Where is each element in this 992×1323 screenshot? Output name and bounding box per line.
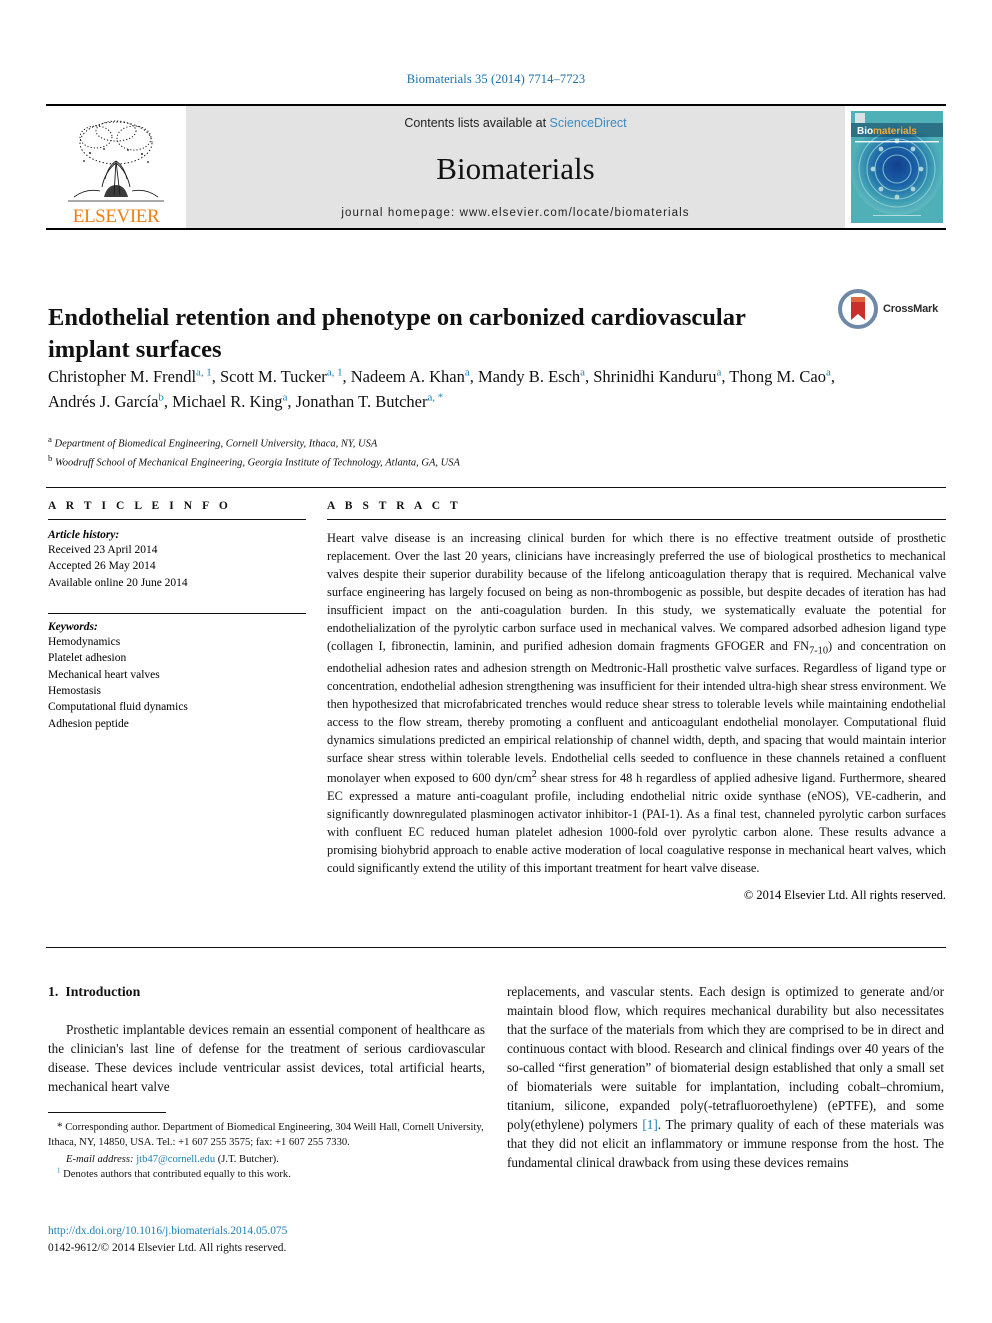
- section-number: 1.: [48, 984, 59, 999]
- article-page: Biomaterials 35 (2014) 7714–7723 ELSEVIE…: [0, 0, 992, 1323]
- author-name: Shrinidhi Kanduru: [593, 367, 717, 386]
- contents-available-line: Contents lists available at ScienceDirec…: [404, 116, 626, 130]
- footnote-corresponding-author: * Corresponding author. Department of Bi…: [48, 1120, 485, 1151]
- keyword-item: Platelet adhesion: [48, 652, 127, 665]
- author-affiliation-marker: b: [158, 391, 164, 404]
- abstract-column: A B S T R A C T Heart valve disease is a…: [327, 500, 946, 903]
- issn-copyright-line: 0142-9612/© 2014 Elsevier Ltd. All right…: [48, 1242, 287, 1254]
- section-heading-introduction: 1. Introduction: [48, 982, 485, 1002]
- intro-paragraph-left: Prosthetic implantable devices remain an…: [48, 1021, 485, 1094]
- author-affiliation-marker: a, 1: [196, 366, 212, 379]
- affiliation-marker: b: [48, 452, 53, 463]
- body-column-right: replacements, and vascular stents. Each …: [507, 982, 944, 1172]
- author-affiliation-marker: a: [282, 391, 288, 404]
- author-name: Christopher M. Frendl: [48, 367, 197, 386]
- doi-link[interactable]: http://dx.doi.org/10.1016/j.biomaterials…: [48, 1225, 287, 1237]
- article-history-item: Available online 20 June 2014: [48, 576, 188, 589]
- keywords-label: Keywords:: [48, 620, 98, 633]
- author-affiliation-marker: a: [464, 366, 470, 379]
- footnote-rule: [48, 1112, 166, 1113]
- email-link[interactable]: jtb47@cornell.edu: [136, 1154, 215, 1165]
- footnote-corresponding-text: Corresponding author. Department of Biom…: [48, 1122, 484, 1148]
- info-divider-bottom: [46, 947, 946, 948]
- abstract-text: Heart valve disease is an increasing cli…: [327, 531, 946, 876]
- journal-band: Contents lists available at ScienceDirec…: [186, 106, 845, 228]
- author-name: Michael R. King: [172, 392, 283, 412]
- email-owner: (J.T. Butcher).: [217, 1153, 279, 1165]
- keyword-item: Hemostasis: [48, 684, 102, 697]
- affiliation-marker: a: [48, 434, 52, 444]
- author-name: Scott M. Tucker: [220, 367, 327, 386]
- article-history-item: Accepted 26 May 2014: [48, 560, 156, 573]
- page-title: Endothelial retention and phenotype on c…: [48, 304, 746, 363]
- footnote-number-marker: 1: [57, 1166, 61, 1175]
- author-affiliation-marker: a: [580, 366, 585, 379]
- article-info-rule: [48, 519, 306, 520]
- keyword-item: Hemodynamics: [48, 635, 121, 648]
- affiliation-list: a Department of Biomedical Engineering, …: [48, 433, 838, 470]
- footnote-equal-text: Denotes authors that contributed equally…: [63, 1169, 291, 1181]
- footnote-block: * Corresponding author. Department of Bi…: [48, 1112, 485, 1184]
- abstract-subscript: 7-10: [809, 645, 829, 657]
- elsevier-logo: ELSEVIER: [46, 106, 186, 228]
- article-info-column: A R T I C L E I N F O Article history: R…: [48, 500, 306, 732]
- affiliation-item: a Department of Biomedical Engineering, …: [48, 434, 378, 450]
- cover-art-icon: Bio materials: [851, 111, 943, 223]
- author-name: Nadeem A. Khan: [350, 367, 465, 386]
- journal-homepage-link[interactable]: journal homepage: www.elsevier.com/locat…: [341, 207, 689, 219]
- crossmark-label: CrossMark: [883, 303, 939, 315]
- author-affiliation-marker: a: [716, 366, 722, 379]
- article-history-item: Received 23 April 2014: [48, 544, 158, 556]
- author-list: Christopher M. Frendla, 1, Scott M. Tuck…: [48, 366, 835, 412]
- footnote-star-marker: *: [57, 1121, 63, 1133]
- crossmark-badge[interactable]: CrossMark: [838, 283, 948, 335]
- author-name: Andrés J. García: [48, 392, 159, 412]
- journal-title: Biomaterials: [436, 151, 595, 186]
- abstract-rule: [327, 519, 946, 520]
- body-column-left: 1. Introduction Prosthetic implantable de…: [48, 982, 485, 1096]
- elsevier-tree-icon: [68, 120, 164, 202]
- contents-prefix: Contents lists available at: [404, 116, 550, 130]
- footnote-equal-contribution: 1 Denotes authors that contributed equal…: [48, 1166, 485, 1183]
- info-divider-top: [46, 487, 946, 488]
- running-head: Biomaterials 35 (2014) 7714–7723: [406, 72, 586, 86]
- article-history-list: Received 23 April 2014 Accepted 26 May 20…: [48, 542, 306, 591]
- footnote-email: E-mail address: jtb47@cornell.edu (J.T. …: [48, 1153, 485, 1168]
- keyword-item: Mechanical heart valves: [48, 668, 160, 681]
- keywords-rule: [48, 612, 306, 614]
- author-name: Mandy B. Esch: [477, 367, 581, 386]
- keywords-list: Hemodynamics Platelet adhesion Mechanical …: [48, 634, 306, 732]
- article-info-heading: A R T I C L E I N F O: [48, 500, 232, 512]
- svg-text:materials: materials: [873, 126, 917, 137]
- affiliation-item: b Woodruff School of Mechanical Engineer…: [48, 452, 460, 469]
- citation-link[interactable]: [1]: [642, 1117, 657, 1132]
- journal-cover-thumbnail: Bio materials: [851, 111, 943, 223]
- elsevier-wordmark: ELSEVIER: [72, 206, 160, 227]
- abstract-superscript: 2: [531, 769, 537, 781]
- section-title: Introduction: [65, 984, 141, 999]
- abstract-copyright: © 2014 Elsevier Ltd. All rights reserved…: [743, 888, 946, 903]
- sciencedirect-link[interactable]: ScienceDirect: [550, 116, 627, 130]
- journal-masthead: ELSEVIER Contents lists available at Sci…: [46, 104, 946, 230]
- author-name: Thong M. Cao: [729, 367, 827, 386]
- author-affiliation-marker: a, *: [427, 391, 444, 404]
- abstract-heading: A B S T R A C T: [327, 500, 462, 512]
- crossmark-icon: [838, 289, 878, 329]
- keyword-item: Adhesion peptide: [48, 717, 129, 730]
- intro-paragraph-right: replacements, and vascular stents. Each …: [507, 984, 944, 1170]
- svg-text:Bio: Bio: [857, 126, 873, 137]
- keyword-item: Computational fluid dynamics: [48, 701, 188, 714]
- author-affiliation-marker: a, 1: [326, 366, 343, 379]
- article-history-label: Article history:: [48, 529, 120, 541]
- author-affiliation-marker: a: [826, 366, 831, 379]
- email-label: E-mail address:: [66, 1153, 134, 1165]
- author-name: Jonathan T. Butcher: [295, 392, 428, 412]
- keywords-block: Keywords: Hemodynamics Platelet adhesion M…: [48, 612, 306, 732]
